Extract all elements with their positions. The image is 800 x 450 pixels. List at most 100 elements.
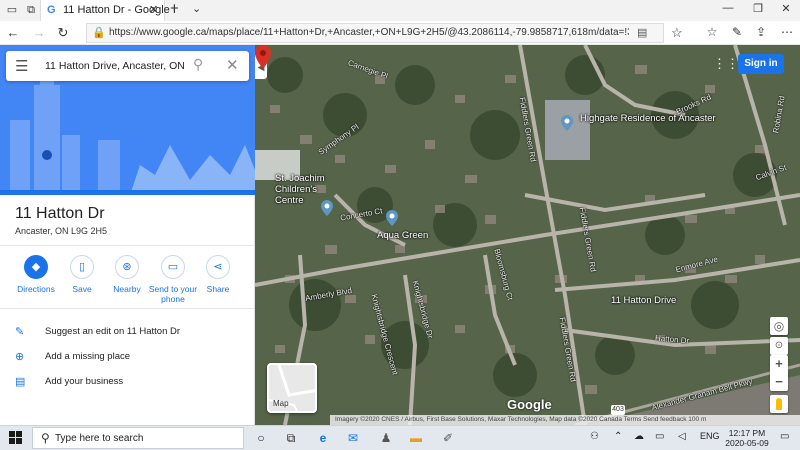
bookmark-icon: ▯ bbox=[70, 255, 94, 279]
browser-tab[interactable]: G 11 Hatton Dr - Google I ✕ bbox=[40, 0, 176, 21]
menu-item-label: Add your business bbox=[45, 376, 124, 387]
search-icon[interactable]: ⚲ bbox=[193, 56, 203, 73]
browser-tab-strip: ▭ ⧉ G 11 Hatton Dr - Google I ✕ + ⌄ — ❐ … bbox=[0, 0, 800, 21]
more-icon[interactable]: ⋯ bbox=[778, 25, 796, 39]
action-label: Send to your phone bbox=[148, 284, 198, 304]
window-close-button[interactable]: ✕ bbox=[778, 2, 794, 15]
zoom-in-button[interactable]: + bbox=[770, 355, 788, 373]
minimap-label: Map bbox=[273, 399, 289, 408]
google-favicon-icon: G bbox=[47, 4, 56, 16]
new-tab-button[interactable]: + bbox=[170, 0, 179, 17]
refresh-button[interactable]: ↻ bbox=[55, 25, 71, 41]
favorite-star-icon[interactable]: ☆ bbox=[671, 25, 683, 41]
pen-icon[interactable]: ✎ bbox=[728, 25, 746, 39]
show-hidden-icons-chevron-icon[interactable]: ⌃ bbox=[614, 431, 622, 442]
place-details-panel: ☰ 11 Hatton Drive, Ancaster, ON ⚲ ✕ 11 H… bbox=[0, 45, 255, 425]
add-business-item[interactable]: ▤ Add your business bbox=[15, 374, 245, 390]
taskbar-search-placeholder: Type here to search bbox=[55, 433, 144, 444]
place-title: 11 Hatton Dr bbox=[15, 205, 105, 222]
forward-button[interactable]: → bbox=[31, 25, 47, 40]
place-pin-icon[interactable] bbox=[321, 200, 333, 216]
map-attribution[interactable]: Imagery ©2020 CNES / Airbus, First Base … bbox=[330, 415, 800, 425]
lock-icon: 🔒 bbox=[92, 27, 106, 39]
file-explorer-icon[interactable]: ▬ bbox=[408, 430, 424, 446]
hamburger-menu-icon[interactable]: ☰ bbox=[15, 57, 28, 75]
windows-start-button[interactable] bbox=[9, 431, 23, 445]
share-button[interactable]: ⋖ Share bbox=[193, 255, 243, 294]
onedrive-icon[interactable]: ☁ bbox=[634, 431, 644, 442]
clock[interactable]: 12:17 PM 2020-05-09 bbox=[722, 428, 772, 448]
my-location-icon[interactable]: ⊙ bbox=[770, 337, 788, 355]
people-icon[interactable]: ⚇ bbox=[590, 431, 599, 442]
place-label-st-joachim[interactable]: St. Joachim Children's Centre bbox=[275, 173, 347, 206]
language-indicator[interactable]: ENG bbox=[700, 431, 720, 441]
sign-in-button[interactable]: Sign in bbox=[738, 54, 784, 74]
windows-taskbar: ⚲ Type here to search ○ ⧉ e ✉ ♟ ▬ ✐ ⚇ ⌃ … bbox=[0, 425, 800, 450]
globe-icon[interactable]: ◎ bbox=[770, 317, 788, 335]
save-button[interactable]: ▯ Save bbox=[57, 255, 107, 294]
tab-actions-icon[interactable]: ▭ bbox=[5, 3, 19, 17]
cortana-icon[interactable]: ○ bbox=[253, 430, 269, 446]
place-pin-icon[interactable] bbox=[386, 210, 398, 226]
clock-time: 12:17 PM bbox=[728, 428, 766, 438]
add-missing-place-item[interactable]: ⊕ Add a missing place bbox=[15, 349, 245, 365]
highway-shield-icon: 403 bbox=[611, 405, 625, 415]
directions-button[interactable]: ◆ Directions bbox=[11, 255, 61, 294]
close-tab-icon[interactable]: ✕ bbox=[149, 3, 158, 16]
notifications-icon[interactable]: ▭ bbox=[780, 431, 789, 442]
place-address: Ancaster, ON L9G 2H5 bbox=[15, 226, 108, 236]
action-label: Save bbox=[72, 284, 92, 294]
send-to-phone-button[interactable]: ▭ Send to your phone bbox=[148, 255, 198, 304]
share-icon: ⋖ bbox=[206, 255, 230, 279]
selected-pin-label: 11 Hatton Drive bbox=[611, 295, 677, 306]
place-pin-icon[interactable] bbox=[561, 115, 573, 131]
zoom-controls: + − bbox=[770, 355, 788, 391]
apps-grid-icon[interactable]: ⋮⋮ bbox=[713, 57, 739, 71]
tab-list-chevron-icon[interactable]: ⌄ bbox=[192, 2, 201, 15]
reading-view-icon[interactable]: ▤ bbox=[637, 26, 647, 39]
app-icon[interactable]: ♟ bbox=[378, 430, 394, 446]
business-icon: ▤ bbox=[15, 376, 26, 388]
paint-icon[interactable]: ✐ bbox=[440, 430, 456, 446]
menu-item-label: Suggest an edit on 11 Hatton Dr bbox=[45, 326, 181, 337]
mail-icon[interactable]: ✉ bbox=[345, 430, 361, 446]
back-button[interactable]: ← bbox=[5, 25, 21, 40]
menu-item-label: Add a missing place bbox=[45, 351, 131, 362]
pegman-street-view-icon[interactable] bbox=[770, 395, 788, 413]
address-bar-row: ← → ↻ 🔒 https://www.google.ca/maps/place… bbox=[0, 21, 800, 45]
restore-button[interactable]: ❐ bbox=[750, 2, 766, 15]
search-input[interactable]: 11 Hatton Drive, Ancaster, ON bbox=[45, 60, 185, 72]
add-place-icon: ⊕ bbox=[15, 351, 25, 363]
action-label: Share bbox=[206, 284, 230, 294]
search-box[interactable]: ☰ 11 Hatton Drive, Ancaster, ON ⚲ ✕ bbox=[6, 51, 249, 81]
battery-icon[interactable]: ▭ bbox=[655, 431, 664, 442]
divider bbox=[0, 245, 255, 246]
action-label: Nearby bbox=[113, 284, 141, 294]
minimize-button[interactable]: — bbox=[720, 2, 736, 14]
search-icon: ⚲ bbox=[41, 431, 50, 445]
directions-icon: ◆ bbox=[24, 255, 48, 279]
favorites-icon[interactable]: ☆ bbox=[703, 25, 721, 39]
map-layer-toggle[interactable]: Map bbox=[267, 363, 317, 413]
place-label-highgate[interactable]: Highgate Residence of Ancaster bbox=[580, 113, 716, 124]
url-field[interactable]: 🔒 https://www.google.ca/maps/place/11+Ha… bbox=[86, 23, 683, 43]
zoom-out-button[interactable]: − bbox=[770, 373, 788, 391]
pencil-icon: ✎ bbox=[15, 326, 25, 338]
nearby-button[interactable]: ⊛ Nearby bbox=[102, 255, 152, 294]
phone-icon: ▭ bbox=[161, 255, 185, 279]
share-browser-icon[interactable]: ⇪ bbox=[752, 25, 770, 39]
tab-title: 11 Hatton Dr - Google I bbox=[63, 4, 176, 16]
selected-location-pin-icon[interactable] bbox=[255, 45, 271, 69]
suggest-edit-item[interactable]: ✎ Suggest an edit on 11 Hatton Dr bbox=[15, 324, 245, 340]
task-view-icon[interactable]: ⧉ bbox=[283, 430, 299, 446]
clear-search-icon[interactable]: ✕ bbox=[226, 56, 239, 74]
taskbar-search-box[interactable]: ⚲ Type here to search bbox=[32, 427, 244, 449]
url-text: https://www.google.ca/maps/place/11+Hatt… bbox=[109, 27, 629, 38]
back-tabs-icon[interactable]: ⧉ bbox=[24, 3, 38, 17]
clock-date: 2020-05-09 bbox=[725, 438, 769, 448]
place-label-aqua-green[interactable]: Aqua Green bbox=[377, 230, 428, 241]
satellite-map[interactable]: ◀ ⋮⋮ Sign in Highgate Residence of Ancas… bbox=[255, 45, 800, 425]
edge-browser-icon[interactable]: e bbox=[315, 430, 331, 446]
volume-icon[interactable]: ◁ bbox=[678, 431, 686, 442]
google-logo: Google bbox=[507, 397, 552, 412]
